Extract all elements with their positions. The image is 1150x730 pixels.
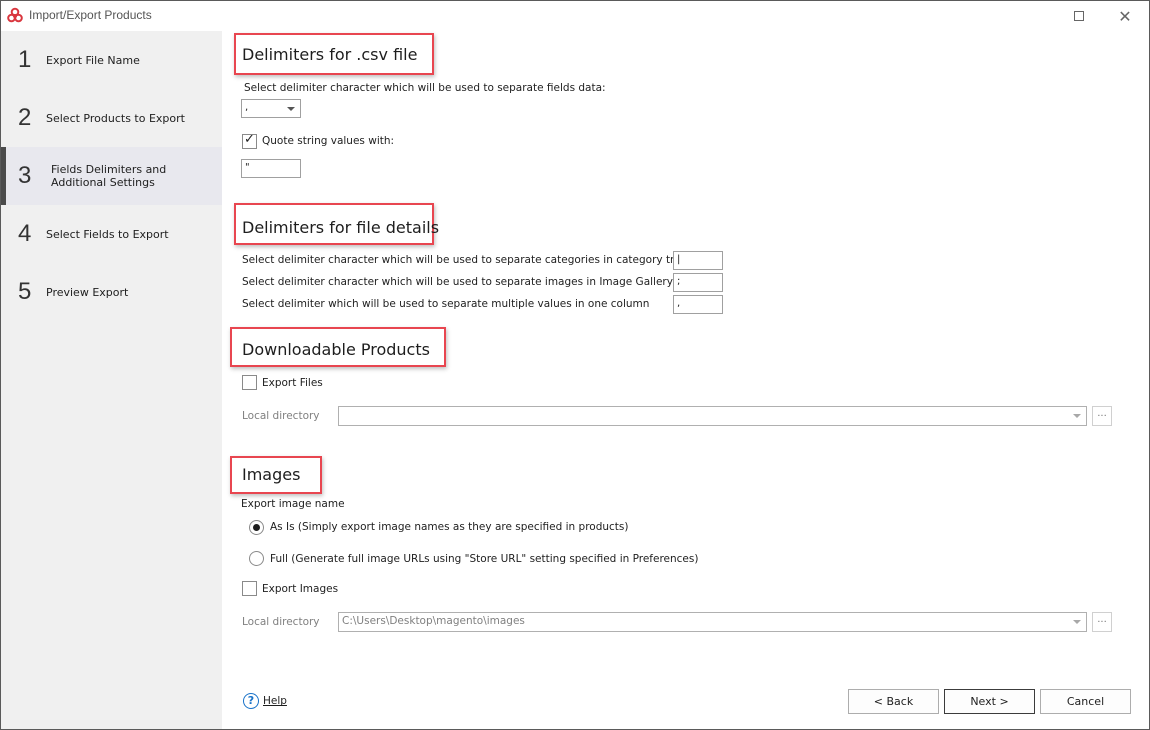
multivalue-delimiter-input[interactable]: , [673, 295, 723, 314]
export-files-checkbox[interactable] [242, 375, 257, 390]
step-select-fields[interactable]: 4 Select Fields to Export [1, 205, 222, 263]
csv-delimiter-label: Select delimiter character which will be… [244, 82, 606, 94]
step-preview-export[interactable]: 5 Preview Export [1, 263, 222, 321]
help-link[interactable]: Help [263, 695, 287, 707]
main-panel: Delimiters for .csv file Select delimite… [222, 31, 1149, 729]
section-title-images: Images [242, 465, 301, 484]
gallery-delimiter-label: Select delimiter character which will be… [242, 276, 673, 288]
app-logo-icon [7, 7, 23, 23]
close-icon: ✕ [1118, 6, 1132, 26]
category-delimiter-input[interactable]: | [673, 251, 723, 270]
step-fields-delimiters[interactable]: 3 Fields Delimiters and Additional Setti… [1, 147, 222, 205]
help-icon[interactable]: ? [243, 693, 259, 709]
multivalue-delimiter-value: , [677, 298, 681, 309]
export-images-checkbox[interactable] [242, 581, 257, 596]
images-local-dir-label: Local directory [242, 616, 320, 628]
quote-character-value: " [245, 162, 250, 173]
images-browse-button[interactable]: ... [1092, 612, 1112, 632]
step-label: Select Fields to Export [46, 227, 169, 241]
import-export-window: Import/Export Products ✕ 1 Export File N… [0, 0, 1150, 730]
checkmark-icon: ✓ [244, 132, 255, 147]
step-number: 2 [18, 104, 32, 131]
chevron-down-icon [1073, 414, 1081, 418]
quote-character-input[interactable]: " [241, 159, 301, 178]
image-name-full-label: Full (Generate full image URLs using "St… [270, 553, 699, 565]
step-number: 5 [18, 278, 32, 305]
step-number: 4 [18, 220, 32, 247]
section-title-details: Delimiters for file details [242, 218, 440, 237]
maximize-icon [1074, 11, 1084, 21]
step-label: Fields Delimiters and Additional Setting… [51, 163, 167, 189]
image-name-full-radio[interactable] [249, 551, 264, 566]
export-image-name-label: Export image name [241, 498, 345, 510]
chevron-down-icon [287, 107, 295, 111]
downloadable-local-dir-label: Local directory [242, 410, 320, 422]
step-label: Preview Export [46, 285, 129, 299]
step-label: Select Products to Export [46, 111, 185, 125]
image-name-as-is-label: As Is (Simply export image names as they… [270, 521, 629, 533]
csv-delimiter-value: , [245, 102, 249, 113]
section-title-csv: Delimiters for .csv file [242, 45, 418, 64]
quote-strings-label: Quote string values with: [262, 135, 395, 147]
quote-strings-checkbox[interactable]: ✓ [242, 132, 257, 149]
gallery-delimiter-input[interactable]: ; [673, 273, 723, 292]
close-button[interactable]: ✕ [1102, 3, 1148, 29]
step-select-products[interactable]: 2 Select Products to Export [1, 89, 222, 147]
step-number: 1 [18, 46, 32, 73]
category-delimiter-value: | [677, 254, 681, 265]
downloadable-local-dir-select[interactable] [338, 406, 1087, 426]
cancel-button[interactable]: Cancel [1040, 689, 1131, 714]
gallery-delimiter-value: ; [677, 276, 681, 287]
radio-selected-dot [253, 524, 260, 531]
chevron-down-icon [1073, 620, 1081, 624]
section-title-downloadable: Downloadable Products [242, 340, 430, 359]
window-title: Import/Export Products [29, 8, 152, 22]
images-local-dir-select[interactable]: C:\Users\Desktop\magento\images [338, 612, 1087, 632]
step-number: 3 [18, 162, 32, 189]
step-export-file-name[interactable]: 1 Export File Name [1, 31, 222, 89]
images-local-dir-value: C:\Users\Desktop\magento\images [342, 615, 525, 627]
maximize-button[interactable] [1056, 3, 1102, 29]
next-button[interactable]: Next > [944, 689, 1035, 714]
step-label: Export File Name [46, 53, 140, 67]
image-name-as-is-radio[interactable] [249, 520, 264, 535]
export-files-label: Export Files [262, 377, 323, 389]
title-bar: Import/Export Products ✕ [1, 1, 1149, 31]
wizard-steps-sidebar: 1 Export File Name 2 Select Products to … [1, 31, 222, 729]
category-delimiter-label: Select delimiter character which will be… [242, 254, 688, 266]
back-button[interactable]: < Back [848, 689, 939, 714]
multivalue-delimiter-label: Select delimiter which will be used to s… [242, 298, 650, 310]
downloadable-browse-button[interactable]: ... [1092, 406, 1112, 426]
export-images-label: Export Images [262, 583, 339, 595]
csv-delimiter-select[interactable]: , [241, 99, 301, 118]
